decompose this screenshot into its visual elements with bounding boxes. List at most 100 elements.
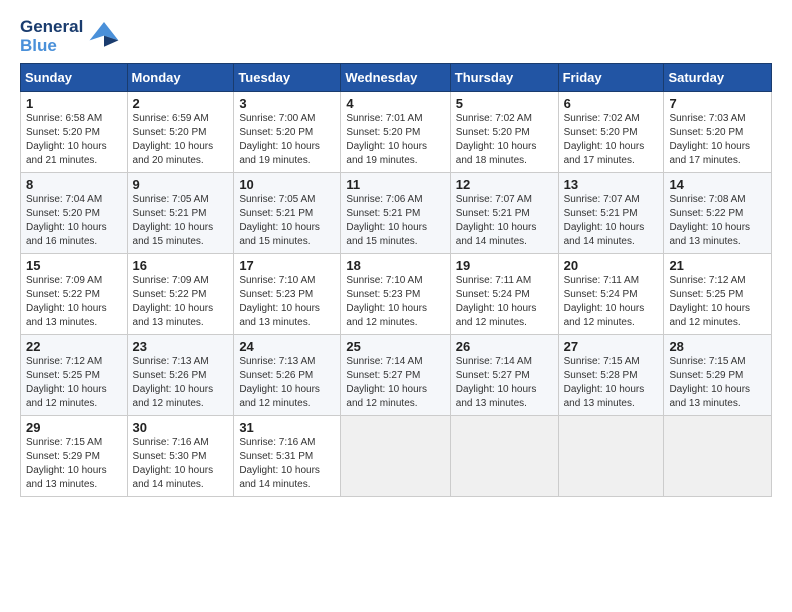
table-row: 22 Sunrise: 7:12 AMSunset: 5:25 PMDayligh… bbox=[21, 335, 128, 416]
table-row: 18Sunrise: 7:10 AMSunset: 5:23 PMDayligh… bbox=[341, 254, 450, 335]
table-row: 12 Sunrise: 7:07 AMSunset: 5:21 PMDayligh… bbox=[450, 173, 558, 254]
day-number: 31 bbox=[239, 420, 335, 435]
day-info: Sunrise: 7:07 AMSunset: 5:21 PMDaylight:… bbox=[564, 194, 645, 247]
table-row: 14 Sunrise: 7:08 AMSunset: 5:22 PMDayligh… bbox=[664, 173, 772, 254]
day-number: 5 bbox=[456, 96, 553, 111]
day-number: 15 bbox=[26, 258, 122, 273]
day-info: Sunrise: 6:59 AMSunset: 5:20 PMDaylight:… bbox=[133, 113, 214, 166]
day-info: Sunrise: 7:11 AMSunset: 5:24 PMDaylight:… bbox=[456, 275, 537, 328]
day-number: 11 bbox=[346, 177, 444, 192]
table-row: 28 Sunrise: 7:15 AMSunset: 5:29 PMDayligh… bbox=[664, 335, 772, 416]
table-row: 20Sunrise: 7:11 AMSunset: 5:24 PMDayligh… bbox=[558, 254, 664, 335]
day-info: Sunrise: 7:10 AMSunset: 5:23 PMDaylight:… bbox=[346, 275, 427, 328]
day-info: Sunrise: 7:04 AMSunset: 5:20 PMDaylight:… bbox=[26, 194, 107, 247]
day-number: 24 bbox=[239, 339, 335, 354]
table-row: 6 Sunrise: 7:02 AMSunset: 5:20 PMDaylight… bbox=[558, 92, 664, 173]
table-row bbox=[664, 416, 772, 497]
day-number: 10 bbox=[239, 177, 335, 192]
day-number: 30 bbox=[133, 420, 229, 435]
logo-blue: Blue bbox=[20, 37, 83, 56]
day-info: Sunrise: 7:15 AMSunset: 5:28 PMDaylight:… bbox=[564, 356, 645, 409]
table-row: 13 Sunrise: 7:07 AMSunset: 5:21 PMDayligh… bbox=[558, 173, 664, 254]
day-info: Sunrise: 7:08 AMSunset: 5:22 PMDaylight:… bbox=[669, 194, 750, 247]
header-area: General Blue bbox=[20, 18, 772, 55]
day-info: Sunrise: 7:16 AMSunset: 5:31 PMDaylight:… bbox=[239, 437, 320, 490]
header-monday: Monday bbox=[127, 64, 234, 92]
table-row: 3 Sunrise: 7:00 AMSunset: 5:20 PMDaylight… bbox=[234, 92, 341, 173]
header-wednesday: Wednesday bbox=[341, 64, 450, 92]
day-info: Sunrise: 7:07 AMSunset: 5:21 PMDaylight:… bbox=[456, 194, 537, 247]
table-row: 26 Sunrise: 7:14 AMSunset: 5:27 PMDayligh… bbox=[450, 335, 558, 416]
calendar-table: Sunday Monday Tuesday Wednesday Thursday… bbox=[20, 63, 772, 497]
table-row: 4 Sunrise: 7:01 AMSunset: 5:20 PMDaylight… bbox=[341, 92, 450, 173]
calendar-week-row: 22 Sunrise: 7:12 AMSunset: 5:25 PMDayligh… bbox=[21, 335, 772, 416]
day-info: Sunrise: 7:15 AMSunset: 5:29 PMDaylight:… bbox=[669, 356, 750, 409]
table-row: 25Sunrise: 7:14 AMSunset: 5:27 PMDayligh… bbox=[341, 335, 450, 416]
calendar-header-row: Sunday Monday Tuesday Wednesday Thursday… bbox=[21, 64, 772, 92]
table-row: 16Sunrise: 7:09 AMSunset: 5:22 PMDayligh… bbox=[127, 254, 234, 335]
header-friday: Friday bbox=[558, 64, 664, 92]
day-number: 19 bbox=[456, 258, 553, 273]
table-row: 21 Sunrise: 7:12 AMSunset: 5:25 PMDayligh… bbox=[664, 254, 772, 335]
day-info: Sunrise: 7:05 AMSunset: 5:21 PMDaylight:… bbox=[133, 194, 214, 247]
day-number: 9 bbox=[133, 177, 229, 192]
day-info: Sunrise: 7:00 AMSunset: 5:20 PMDaylight:… bbox=[239, 113, 320, 166]
day-info: Sunrise: 7:14 AMSunset: 5:27 PMDaylight:… bbox=[456, 356, 537, 409]
day-number: 13 bbox=[564, 177, 659, 192]
table-row: 27 Sunrise: 7:15 AMSunset: 5:28 PMDayligh… bbox=[558, 335, 664, 416]
day-number: 12 bbox=[456, 177, 553, 192]
table-row bbox=[558, 416, 664, 497]
table-row bbox=[341, 416, 450, 497]
day-info: Sunrise: 7:10 AMSunset: 5:23 PMDaylight:… bbox=[239, 275, 320, 328]
day-info: Sunrise: 7:12 AMSunset: 5:25 PMDaylight:… bbox=[669, 275, 750, 328]
table-row: 29 Sunrise: 7:15 AMSunset: 5:29 PMDayligh… bbox=[21, 416, 128, 497]
calendar-week-row: 29 Sunrise: 7:15 AMSunset: 5:29 PMDayligh… bbox=[21, 416, 772, 497]
day-number: 6 bbox=[564, 96, 659, 111]
table-row: 15 Sunrise: 7:09 AMSunset: 5:22 PMDayligh… bbox=[21, 254, 128, 335]
day-number: 21 bbox=[669, 258, 766, 273]
day-number: 27 bbox=[564, 339, 659, 354]
day-info: Sunrise: 7:15 AMSunset: 5:29 PMDaylight:… bbox=[26, 437, 107, 490]
day-number: 22 bbox=[26, 339, 122, 354]
day-number: 23 bbox=[133, 339, 229, 354]
page: General Blue Sunday Monday Tuesday bbox=[0, 0, 792, 612]
day-info: Sunrise: 7:02 AMSunset: 5:20 PMDaylight:… bbox=[456, 113, 537, 166]
day-info: Sunrise: 7:02 AMSunset: 5:20 PMDaylight:… bbox=[564, 113, 645, 166]
day-number: 16 bbox=[133, 258, 229, 273]
day-info: Sunrise: 7:06 AMSunset: 5:21 PMDaylight:… bbox=[346, 194, 427, 247]
day-info: Sunrise: 7:03 AMSunset: 5:20 PMDaylight:… bbox=[669, 113, 750, 166]
table-row: 31 Sunrise: 7:16 AMSunset: 5:31 PMDayligh… bbox=[234, 416, 341, 497]
table-row: 11 Sunrise: 7:06 AMSunset: 5:21 PMDayligh… bbox=[341, 173, 450, 254]
day-info: Sunrise: 6:58 AMSunset: 5:20 PMDaylight:… bbox=[26, 113, 107, 166]
logo-bird-icon bbox=[88, 18, 120, 55]
table-row: 7Sunrise: 7:03 AMSunset: 5:20 PMDaylight… bbox=[664, 92, 772, 173]
table-row: 17 Sunrise: 7:10 AMSunset: 5:23 PMDayligh… bbox=[234, 254, 341, 335]
day-info: Sunrise: 7:01 AMSunset: 5:20 PMDaylight:… bbox=[346, 113, 427, 166]
table-row: 9 Sunrise: 7:05 AMSunset: 5:21 PMDaylight… bbox=[127, 173, 234, 254]
day-info: Sunrise: 7:16 AMSunset: 5:30 PMDaylight:… bbox=[133, 437, 214, 490]
day-number: 26 bbox=[456, 339, 553, 354]
table-row: 24 Sunrise: 7:13 AMSunset: 5:26 PMDayligh… bbox=[234, 335, 341, 416]
day-info: Sunrise: 7:12 AMSunset: 5:25 PMDaylight:… bbox=[26, 356, 107, 409]
day-info: Sunrise: 7:11 AMSunset: 5:24 PMDaylight:… bbox=[564, 275, 645, 328]
header-thursday: Thursday bbox=[450, 64, 558, 92]
day-number: 3 bbox=[239, 96, 335, 111]
day-info: Sunrise: 7:09 AMSunset: 5:22 PMDaylight:… bbox=[26, 275, 107, 328]
table-row bbox=[450, 416, 558, 497]
day-number: 28 bbox=[669, 339, 766, 354]
table-row: 1Sunrise: 6:58 AMSunset: 5:20 PMDaylight… bbox=[21, 92, 128, 173]
day-info: Sunrise: 7:13 AMSunset: 5:26 PMDaylight:… bbox=[239, 356, 320, 409]
table-row: 19 Sunrise: 7:11 AMSunset: 5:24 PMDayligh… bbox=[450, 254, 558, 335]
calendar-week-row: 1Sunrise: 6:58 AMSunset: 5:20 PMDaylight… bbox=[21, 92, 772, 173]
day-number: 17 bbox=[239, 258, 335, 273]
table-row: 2 Sunrise: 6:59 AMSunset: 5:20 PMDaylight… bbox=[127, 92, 234, 173]
day-number: 4 bbox=[346, 96, 444, 111]
table-row: 30 Sunrise: 7:16 AMSunset: 5:30 PMDayligh… bbox=[127, 416, 234, 497]
day-number: 14 bbox=[669, 177, 766, 192]
day-number: 25 bbox=[346, 339, 444, 354]
day-number: 2 bbox=[133, 96, 229, 111]
header-sunday: Sunday bbox=[21, 64, 128, 92]
header-tuesday: Tuesday bbox=[234, 64, 341, 92]
calendar-week-row: 15 Sunrise: 7:09 AMSunset: 5:22 PMDayligh… bbox=[21, 254, 772, 335]
day-number: 29 bbox=[26, 420, 122, 435]
